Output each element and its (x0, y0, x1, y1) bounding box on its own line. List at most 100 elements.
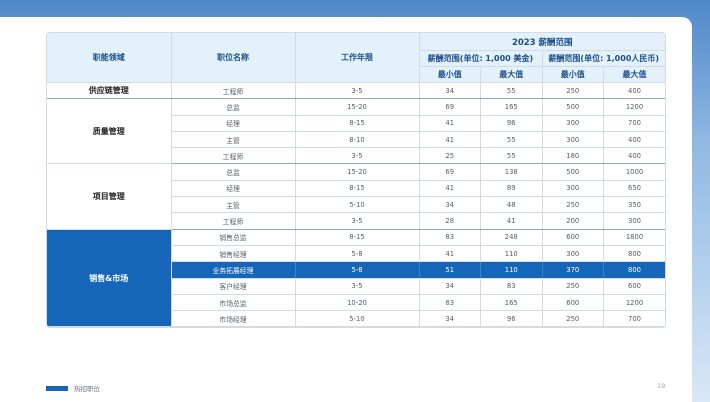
rmb-max-cell: 1800 (603, 229, 665, 246)
usd-min-cell: 34 (419, 82, 481, 100)
domain-cell: 销售&市场 (47, 229, 172, 328)
years-cell: 3-5 (295, 82, 420, 100)
years-cell: 3-5 (295, 147, 420, 165)
header-usd-max: 最大值 (480, 66, 543, 83)
usd-max-cell: 55 (480, 82, 543, 100)
position-cell: 主管 (171, 131, 296, 149)
usd-max-cell: 165 (480, 294, 543, 312)
position-cell: 销售经理 (171, 245, 296, 263)
position-cell: 市场经理 (171, 310, 296, 328)
rmb-min-cell: 300 (542, 131, 604, 149)
rmb-max-cell: 1200 (603, 294, 665, 312)
header-usd-group: 薪酬范围(单位: 1,000 美金) (419, 50, 543, 67)
header-salary-range: 2023 薪酬范围 (419, 33, 665, 51)
domain-cell: 项目管理 (47, 163, 172, 230)
usd-min-cell: 34 (419, 310, 481, 328)
years-cell: 8-10 (295, 131, 420, 149)
usd-max-cell: 110 (480, 245, 543, 263)
table-row: 质量管理 总监 15-20 69 165 500 1200 (47, 98, 665, 165)
rmb-max-cell: 700 (603, 310, 665, 328)
rmb-min-cell: 180 (542, 147, 604, 165)
table-row: 供应链管理 工程师 3-5 34 55 250 400 (47, 82, 665, 100)
legend: 热招职位 (46, 383, 100, 393)
rmb-min-cell: 250 (542, 82, 604, 100)
years-cell: 5-10 (295, 196, 420, 214)
page-number: 19 (657, 382, 666, 390)
header-rmb-min: 最小值 (542, 66, 604, 83)
years-cell: 8-15 (295, 115, 420, 132)
position-cell: 工程师 (171, 212, 296, 230)
rmb-max-cell: 1200 (603, 98, 665, 116)
usd-max-cell: 55 (480, 131, 543, 149)
rmb-max-cell: 400 (603, 82, 665, 100)
rmb-min-cell: 600 (542, 229, 604, 246)
rmb-min-cell: 250 (542, 278, 604, 295)
years-cell: 3-5 (295, 278, 420, 295)
position-cell: 工程师 (171, 147, 296, 165)
position-cell: 市场总监 (171, 294, 296, 312)
usd-max-cell: 41 (480, 212, 543, 230)
rmb-max-cell: 700 (603, 115, 665, 132)
usd-max-cell: 48 (480, 196, 543, 214)
years-cell: 8-15 (295, 180, 420, 198)
rmb-max-cell: 650 (603, 180, 665, 198)
usd-max-cell: 138 (480, 163, 543, 181)
usd-min-cell: 25 (419, 147, 481, 165)
usd-min-cell: 41 (419, 180, 481, 198)
usd-max-cell: 55 (480, 147, 543, 165)
report-page: 职能领域 职位名称 工作年限 2023 薪酬范围 薪酬范围(单位: 1,000 … (0, 17, 692, 402)
usd-min-cell: 41 (419, 131, 481, 149)
position-cell: 经理 (171, 115, 296, 132)
rmb-max-cell: 400 (603, 131, 665, 149)
header-rmb-max: 最大值 (603, 66, 665, 83)
years-cell: 15-20 (295, 163, 420, 181)
rmb-max-cell: 300 (603, 212, 665, 230)
table-row: 销售&市场 销售总监 8-15 83 248 600 1800 (47, 229, 665, 328)
salary-table-container: 职能领域 职位名称 工作年限 2023 薪酬范围 薪酬范围(单位: 1,000 … (46, 32, 666, 329)
usd-max-cell: 110 (480, 261, 543, 279)
rmb-min-cell: 300 (542, 115, 604, 132)
usd-min-cell: 41 (419, 115, 481, 132)
usd-min-cell: 69 (419, 163, 481, 181)
usd-min-cell: 34 (419, 278, 481, 295)
usd-min-cell: 41 (419, 245, 481, 263)
rmb-min-cell: 300 (542, 245, 604, 263)
rmb-min-cell: 500 (542, 163, 604, 181)
rmb-min-cell: 370 (542, 261, 604, 279)
usd-min-cell: 28 (419, 212, 481, 230)
position-cell: 总监 (171, 98, 296, 116)
position-cell: 客户经理 (171, 278, 296, 295)
header-years: 工作年限 (295, 33, 420, 83)
domain-cell: 供应链管理 (47, 82, 172, 100)
position-cell: 总监 (171, 163, 296, 181)
usd-min-cell: 83 (419, 229, 481, 246)
position-cell: 销售总监 (171, 229, 296, 246)
usd-max-cell: 89 (480, 180, 543, 198)
legend-label: 热招职位 (74, 385, 100, 393)
domain-cell: 质量管理 (47, 98, 172, 165)
salary-table: 职能领域 职位名称 工作年限 2023 薪酬范围 薪酬范围(单位: 1,000 … (47, 33, 665, 328)
position-cell: 工程师 (171, 82, 296, 100)
years-cell: 10-20 (295, 294, 420, 312)
rmb-max-cell: 800 (603, 261, 665, 279)
years-cell: 5-10 (295, 310, 420, 328)
rmb-max-cell: 400 (603, 147, 665, 165)
rmb-min-cell: 300 (542, 180, 604, 198)
years-cell: 8-15 (295, 229, 420, 246)
table-row: 项目管理 总监 15-20 69 138 500 1000 (47, 163, 665, 230)
rmb-min-cell: 500 (542, 98, 604, 116)
usd-max-cell: 96 (480, 115, 543, 132)
rmb-min-cell: 250 (542, 196, 604, 214)
header-domain: 职能领域 (47, 33, 172, 83)
years-cell: 15-20 (295, 98, 420, 116)
rmb-min-cell: 600 (542, 294, 604, 312)
usd-min-cell: 51 (419, 261, 481, 279)
position-cell: 主管 (171, 196, 296, 214)
years-cell: 5-8 (295, 245, 420, 263)
usd-max-cell: 165 (480, 98, 543, 116)
usd-min-cell: 69 (419, 98, 481, 116)
rmb-max-cell: 1000 (603, 163, 665, 181)
usd-max-cell: 83 (480, 278, 543, 295)
header-position: 职位名称 (171, 33, 296, 83)
years-cell: 3-5 (295, 212, 420, 230)
